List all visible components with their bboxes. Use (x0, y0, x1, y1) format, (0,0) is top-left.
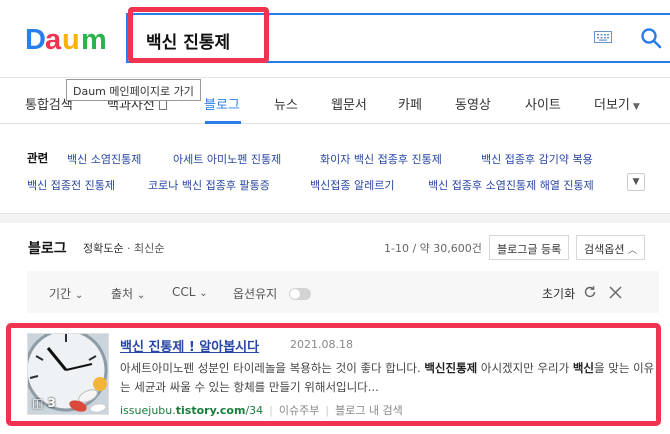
daum-logo[interactable]: D a u m (25, 22, 111, 56)
related-item[interactable]: 아세트 아미노펜 진통제 (173, 151, 281, 167)
filter-period[interactable]: 기간 ⌄ (49, 285, 83, 302)
filter-ccl-label: CCL (172, 285, 196, 299)
search-highlight-box (128, 7, 269, 63)
chevron-down-icon: ▼ (632, 102, 640, 112)
tab-video[interactable]: 동영상 (455, 94, 491, 113)
related-item[interactable]: 코로나 백신 접종후 팔통증 (148, 177, 270, 193)
chevron-down-icon: ⌄ (199, 288, 208, 299)
chevron-up-icon: ︿ (627, 246, 637, 256)
blog-register-button[interactable]: 블로그글 등록 (489, 235, 570, 260)
search-options-button[interactable]: 검색옵션 ︿ (576, 235, 645, 260)
svg-text:D: D (25, 24, 46, 56)
result-highlight-box (6, 323, 661, 426)
filter-period-label: 기간 (49, 287, 72, 301)
logo-tooltip: Daum 메인페이지로 가기 (66, 79, 201, 101)
related-title: 관련 (27, 151, 49, 165)
tab-news[interactable]: 뉴스 (274, 94, 298, 113)
keyboard-icon[interactable] (594, 31, 612, 43)
chevron-down-icon: ⌄ (74, 290, 84, 301)
search-options-label: 검색옵션 (584, 243, 625, 256)
chevron-down-icon: ⌄ (136, 290, 146, 301)
active-tab-indicator (205, 121, 241, 124)
related-item[interactable]: 백신 접종후 감기약 복용 (481, 151, 593, 167)
result-count: 1-10 / 약 30,600건 (384, 242, 482, 255)
chevron-down-icon: ▼ (632, 177, 640, 187)
filter-source-label: 출처 (111, 287, 134, 301)
tab-more-label: 더보기 (594, 98, 630, 113)
sort-options: 정확도순 · 최신순 (83, 240, 164, 256)
related-item[interactable]: 백신 소염진통제 (67, 151, 141, 167)
toggle-knob (290, 289, 300, 299)
tab-blog[interactable]: 블로그 (204, 94, 240, 113)
svg-text:m: m (81, 24, 107, 56)
close-icon[interactable] (609, 286, 622, 299)
tab-more[interactable]: 더보기 ▼ (594, 94, 640, 113)
tab-cafe[interactable]: 카페 (398, 94, 422, 113)
blog-section-title: 블로그 (28, 241, 67, 257)
related-item[interactable]: 백신 접종전 진통제 (27, 177, 115, 193)
filter-source[interactable]: 출처 ⌄ (111, 285, 145, 302)
keep-option-toggle[interactable] (289, 288, 311, 300)
refresh-icon[interactable] (583, 285, 597, 299)
filter-ccl[interactable]: CCL ⌄ (172, 285, 208, 299)
book-icon (158, 100, 167, 110)
svg-text:a: a (45, 24, 62, 56)
related-expand-button[interactable]: ▼ (627, 173, 645, 191)
filter-bar: 기간 ⌄ 출처 ⌄ CCL ⌄ 옵션유지 초기화 (27, 271, 659, 313)
related-item[interactable]: 화이자 백신 접종후 진통제 (320, 151, 442, 167)
sort-accuracy[interactable]: 정확도순 (83, 242, 123, 255)
related-item[interactable]: 백신 접종후 소염진통제 해열 진통제 (428, 177, 624, 193)
reset-button[interactable]: 초기화 (542, 285, 575, 302)
sort-separator: · (126, 242, 134, 255)
section-divider (0, 213, 670, 223)
search-icon[interactable] (640, 27, 662, 49)
svg-text:u: u (62, 24, 80, 56)
tab-web[interactable]: 웹문서 (331, 94, 367, 113)
tab-site[interactable]: 사이트 (525, 94, 561, 113)
sort-latest[interactable]: 최신순 (134, 242, 164, 255)
related-item[interactable]: 백신접종 알레르기 (310, 177, 394, 193)
keep-option-label: 옵션유지 (233, 287, 278, 301)
header: D a u m 백신 진통제 (0, 0, 670, 78)
